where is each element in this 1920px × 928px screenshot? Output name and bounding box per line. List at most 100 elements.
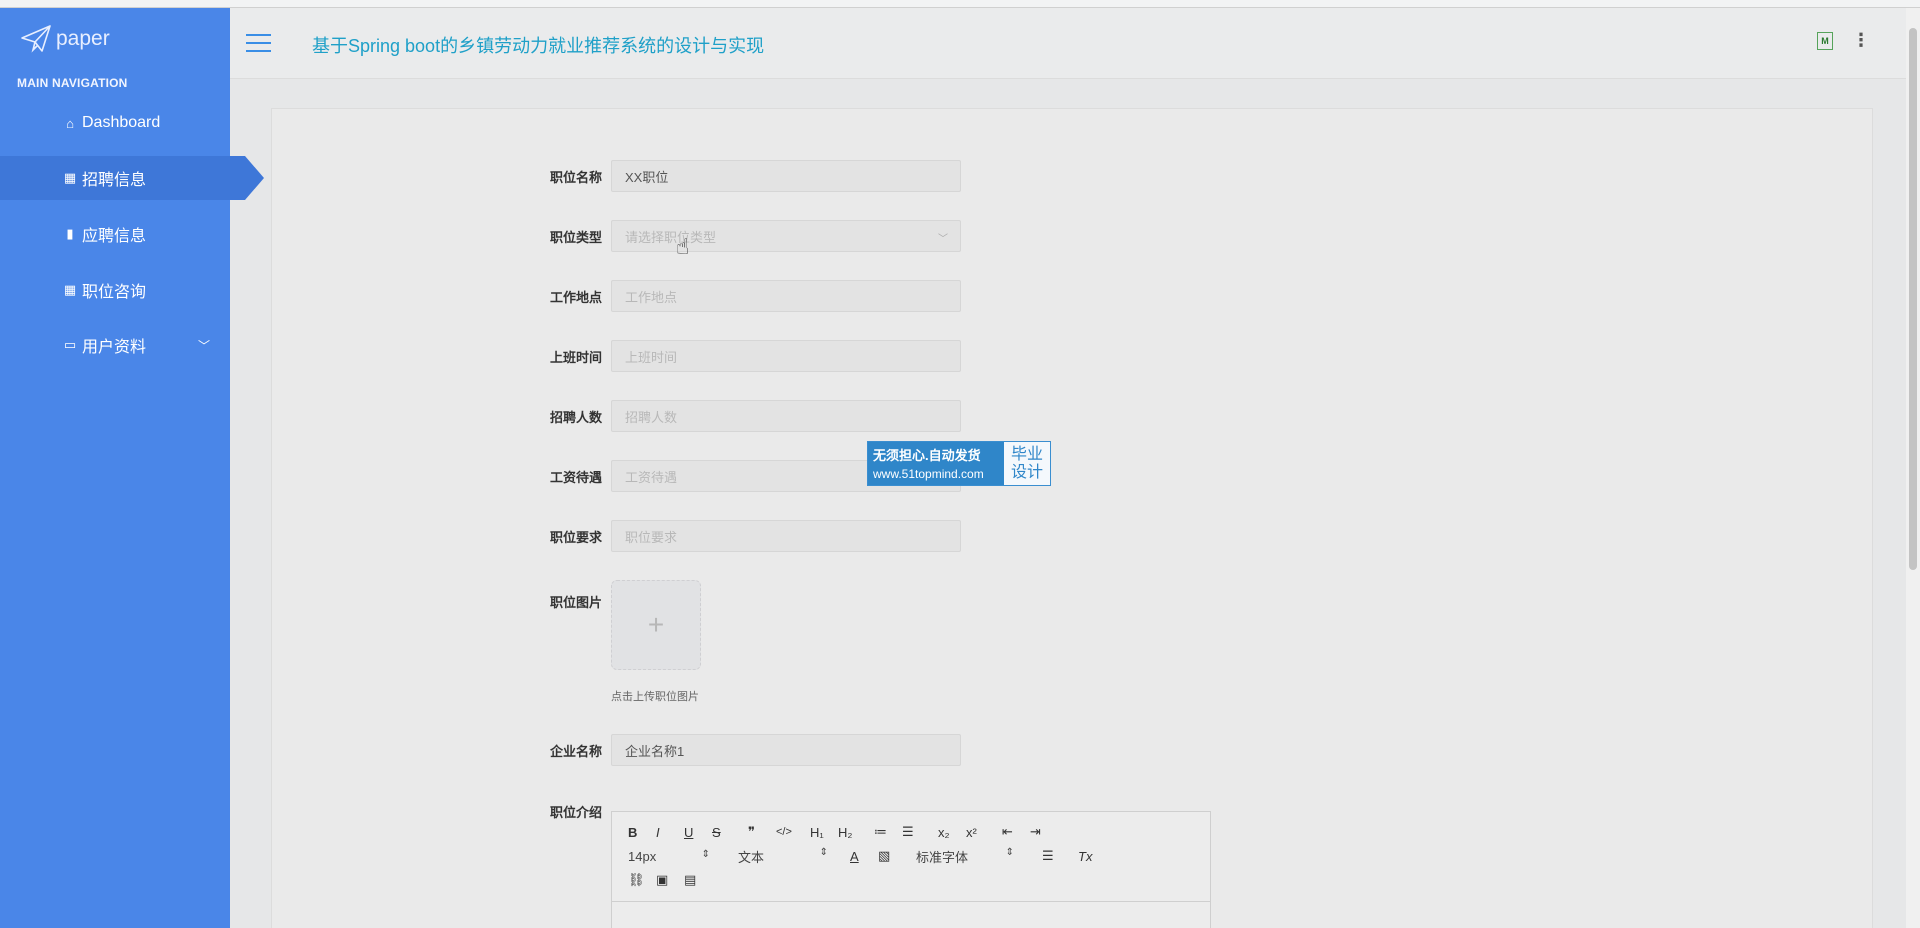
job-type-select[interactable]: 请选择职位类型 ﹀ bbox=[611, 220, 961, 252]
font-color-button[interactable]: A bbox=[850, 849, 878, 864]
image-icon[interactable]: ▣ bbox=[656, 872, 684, 888]
paper-plane-icon bbox=[21, 25, 51, 53]
more-options-icon[interactable]: ⋮ bbox=[1852, 30, 1870, 51]
card-icon: ▭ bbox=[63, 337, 77, 352]
blockquote-button[interactable]: ❞ bbox=[748, 824, 776, 840]
watermark-line1: 无须担心.自动发货 bbox=[873, 448, 981, 463]
h1-button[interactable]: H₁ bbox=[810, 825, 838, 840]
requirements-label: 职位要求 bbox=[549, 529, 602, 545]
headcount-label: 招聘人数 bbox=[549, 409, 602, 425]
form-row-image: 职位图片 + bbox=[546, 580, 701, 670]
sidebar-item-label: 职位咨询 bbox=[82, 284, 147, 301]
location-input[interactable]: 工作地点 bbox=[611, 280, 961, 312]
outdent-button[interactable]: ⇤ bbox=[1002, 824, 1030, 840]
brand-name: paper bbox=[56, 27, 110, 50]
select-arrows-icon: ⇕ bbox=[1005, 846, 1014, 858]
sidebar-item-label: Dashboard bbox=[82, 114, 161, 131]
sidebar-item-dashboard[interactable]: ⌂ Dashboard bbox=[0, 101, 230, 145]
top-bar: 基于Spring boot的乡镇劳动力就业推荐系统的设计与实现 M ⋮ bbox=[230, 8, 1906, 79]
job-name-label: 职位名称 bbox=[549, 169, 602, 185]
form-row-intro: 职位介绍 bbox=[546, 802, 611, 821]
hand-cursor-icon: ☝ bbox=[676, 234, 690, 259]
job-type-label: 职位类型 bbox=[549, 229, 602, 245]
font-family-select[interactable]: 标准字体 ⇕ bbox=[916, 847, 1042, 866]
company-label: 企业名称 bbox=[549, 743, 602, 759]
text-type-value: 文本 bbox=[738, 849, 765, 865]
watermark-left: 无须担心.自动发货 www.51topmind.com bbox=[868, 442, 1004, 485]
nav-header: MAIN NAVIGATION bbox=[17, 76, 128, 90]
underline-button[interactable]: U bbox=[684, 825, 712, 840]
bullet-list-button[interactable]: ☰ bbox=[902, 824, 938, 840]
image-upload-hint: 点击上传职位图片 bbox=[611, 691, 699, 703]
chevron-down-icon: ﹀ bbox=[938, 234, 948, 245]
company-input[interactable]: 企业名称1 bbox=[611, 734, 961, 766]
watermark-ad[interactable]: 无须担心.自动发货 www.51topmind.com 毕业 设计 bbox=[867, 441, 1051, 486]
subscript-button[interactable]: x₂ bbox=[938, 825, 966, 840]
superscript-button[interactable]: x² bbox=[966, 825, 1002, 840]
home-icon: ⌂ bbox=[66, 115, 74, 131]
salary-label: 工资待遇 bbox=[549, 469, 602, 485]
link-icon[interactable]: ⛓ bbox=[628, 872, 656, 888]
font-size-select[interactable]: 14px ⇕ bbox=[628, 849, 738, 864]
sidebar-item-label: 招聘信息 bbox=[82, 172, 147, 189]
scrollbar-thumb[interactable] bbox=[1909, 28, 1917, 570]
chevron-down-icon: ﹀ bbox=[197, 339, 210, 353]
code-button[interactable]: </> bbox=[776, 826, 810, 838]
avatar[interactable]: M bbox=[1817, 32, 1833, 50]
h2-button[interactable]: H₂ bbox=[838, 825, 874, 840]
job-type-placeholder: 请选择职位类型 bbox=[625, 229, 717, 245]
rich-text-editor: B I U S ❞ </> H₁ H₂ ≔ ☰ x₂ x² ⇤ ⇥ 14px ⇕… bbox=[611, 811, 1211, 928]
page-title: 基于Spring boot的乡镇劳动力就业推荐系统的设计与实现 bbox=[312, 36, 765, 56]
select-arrows-icon: ⇕ bbox=[701, 848, 710, 860]
form-row-job-type: 职位类型 请选择职位类型 ﹀ bbox=[546, 220, 961, 252]
text-type-select[interactable]: 文本 ⇕ bbox=[738, 847, 850, 866]
indent-button[interactable]: ⇥ bbox=[1030, 824, 1058, 840]
image-upload-button[interactable]: + bbox=[611, 580, 701, 670]
sidebar-item-applications[interactable]: ▮ 应聘信息 bbox=[0, 212, 230, 256]
book-icon: ▮ bbox=[66, 226, 74, 241]
font-size-value: 14px bbox=[628, 848, 657, 864]
grid-icon: ▦ bbox=[63, 282, 77, 297]
menu-toggle-icon[interactable] bbox=[246, 34, 271, 54]
bold-button[interactable]: B bbox=[628, 825, 656, 840]
select-arrows-icon: ⇕ bbox=[819, 846, 828, 858]
toolbar-row-3: ⛓ ▣ ▤ bbox=[628, 868, 1200, 892]
font-family-value: 标准字体 bbox=[916, 849, 969, 865]
video-icon[interactable]: ▤ bbox=[684, 872, 712, 888]
grid-icon: ▦ bbox=[63, 170, 77, 185]
sidebar-item-label: 用户资料 bbox=[82, 339, 147, 356]
requirements-input[interactable]: 职位要求 bbox=[611, 520, 961, 552]
strike-button[interactable]: S bbox=[712, 825, 748, 840]
toolbar-row-2: 14px ⇕ 文本 ⇕ A ▧ 标准字体 ⇕ ☰ Tx bbox=[628, 844, 1200, 868]
plus-icon: + bbox=[647, 609, 665, 640]
watermark-right-line2: 设计 bbox=[1010, 464, 1043, 481]
italic-button[interactable]: I bbox=[656, 825, 684, 840]
watermark-right-line1: 毕业 bbox=[1010, 446, 1043, 463]
sidebar-item-job-consult[interactable]: ▦ 职位咨询 bbox=[0, 268, 230, 312]
form-row-requirements: 职位要求 职位要求 bbox=[546, 520, 961, 552]
work-time-input[interactable]: 上班时间 bbox=[611, 340, 961, 372]
job-name-input[interactable]: XX职位 bbox=[611, 160, 961, 192]
image-label: 职位图片 bbox=[549, 595, 602, 610]
page-scrollbar[interactable] bbox=[1906, 8, 1920, 928]
browser-top-strip bbox=[0, 0, 1920, 8]
sidebar-item-recruitment[interactable]: ▦ 招聘信息 bbox=[0, 156, 264, 200]
watermark-right: 毕业 设计 bbox=[1004, 442, 1050, 485]
toolbar-row-1: B I U S ❞ </> H₁ H₂ ≔ ☰ x₂ x² ⇤ ⇥ bbox=[628, 820, 1200, 844]
brand[interactable]: paper bbox=[20, 24, 110, 54]
background-color-icon[interactable]: ▧ bbox=[878, 848, 916, 864]
sidebar-item-user-profile[interactable]: ▭ 用户资料 ﹀ bbox=[0, 323, 230, 367]
form-row-headcount: 招聘人数 招聘人数 bbox=[546, 400, 961, 432]
work-time-label: 上班时间 bbox=[549, 349, 602, 365]
form-row-job-name: 职位名称 XX职位 bbox=[546, 160, 961, 192]
intro-label: 职位介绍 bbox=[549, 805, 602, 820]
form-row-company: 企业名称 企业名称1 bbox=[546, 734, 961, 766]
clear-format-button[interactable]: Tx bbox=[1078, 849, 1106, 864]
sidebar: paper MAIN NAVIGATION ⌂ Dashboard ▦ 招聘信息… bbox=[0, 8, 264, 928]
form-row-work-time: 上班时间 上班时间 bbox=[546, 340, 961, 372]
ordered-list-button[interactable]: ≔ bbox=[874, 824, 902, 840]
headcount-input[interactable]: 招聘人数 bbox=[611, 400, 961, 432]
align-icon[interactable]: ☰ bbox=[1042, 848, 1078, 864]
location-label: 工作地点 bbox=[549, 289, 602, 305]
watermark-url: www.51topmind.com bbox=[873, 467, 984, 481]
